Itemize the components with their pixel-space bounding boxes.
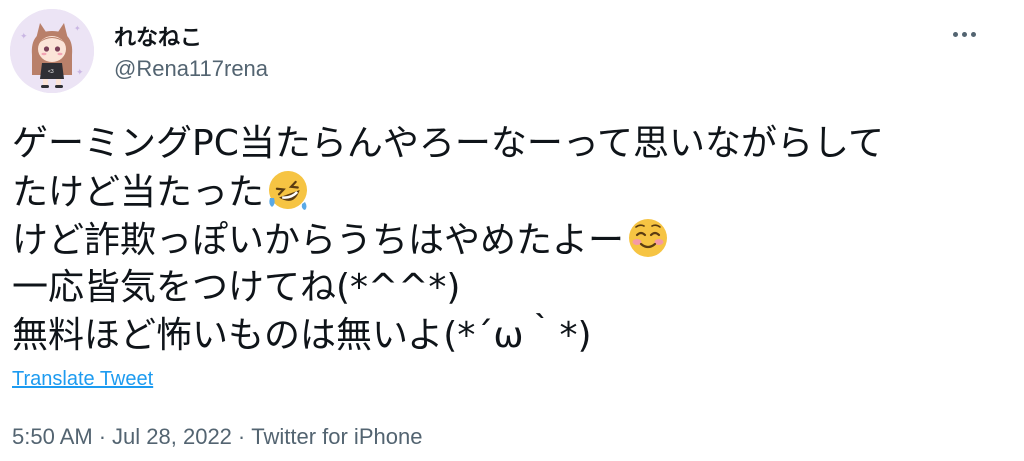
more-options-button[interactable]: [944, 22, 984, 46]
tweet-line: 無料ほど怖いものは無いよ(*´ω｀*): [12, 315, 592, 356]
meta-separator: ·: [98, 424, 107, 449]
display-name[interactable]: れなねこ: [114, 20, 202, 52]
tweet-text: ゲーミングPC当たらんやろーなーって思いながらして たけど当たった けど詐欺っぽ…: [12, 120, 1012, 360]
tweet-line: ゲーミングPC当たらんやろーなーって思いながらして: [12, 123, 884, 164]
tweet-metadata: 5:50 AM · Jul 28, 2022 · Twitter for iPhone: [12, 424, 422, 450]
avatar[interactable]: ✦ ✦ ✦ <3: [10, 9, 94, 93]
svg-text:✦: ✦: [74, 24, 81, 33]
translate-tweet-link[interactable]: Translate Tweet: [12, 368, 153, 391]
tweet-line: けど詐欺っぽいからうちはやめたよー: [12, 216, 1012, 264]
avatar-catgirl-icon: ✦ ✦ ✦ <3: [10, 9, 94, 93]
tweet-line-text: けど詐欺っぽいからうちはやめたよー: [12, 220, 625, 261]
svg-text:✦: ✦: [20, 31, 28, 41]
more-options-icon: [952, 31, 958, 37]
tweet-line-text: たけど当たった: [12, 172, 265, 213]
tweet-date[interactable]: Jul 28, 2022: [112, 424, 232, 449]
tweet-time[interactable]: 5:50 AM: [12, 424, 93, 449]
svg-text:✦: ✦: [76, 67, 84, 77]
more-options-icon-dot: [970, 31, 976, 37]
tweet-card: ✦ ✦ ✦ <3 れなねこ @Rena117rena ゲーミングPC当たらんやろ…: [0, 0, 1024, 461]
smiling-face-emoji-icon: [629, 219, 668, 257]
rolling-on-floor-laughing-emoji-icon: [269, 171, 308, 210]
tweet-source: Twitter for iPhone: [251, 424, 423, 449]
svg-text:<3: <3: [48, 69, 54, 75]
user-handle[interactable]: @Rena117rena: [114, 56, 268, 82]
meta-separator: ·: [237, 424, 246, 449]
tweet-line: 一応皆気をつけてね(*^^*): [12, 267, 461, 308]
tweet-line: たけど当たった: [12, 168, 1012, 216]
more-options-icon-dot: [961, 31, 967, 37]
